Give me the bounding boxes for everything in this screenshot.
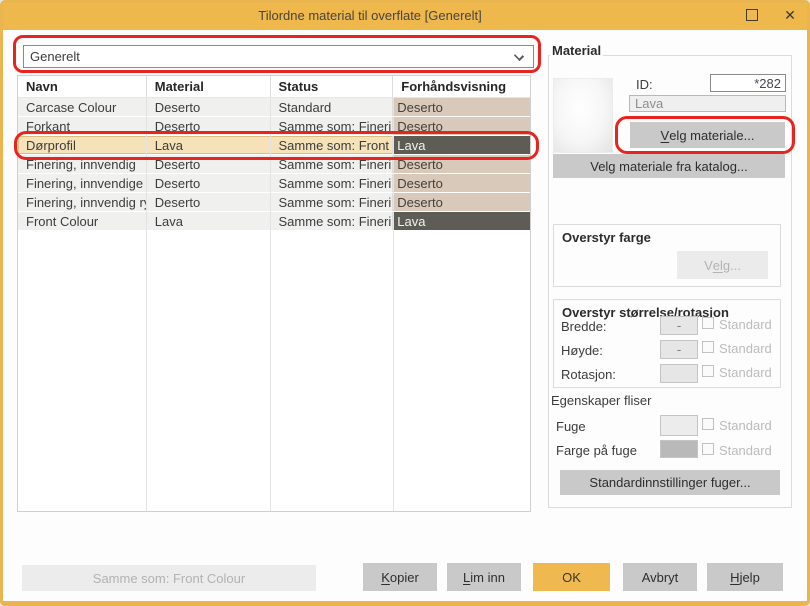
cell-preview: Lava — [393, 212, 530, 230]
cell-preview: Deserto — [393, 155, 530, 173]
grout-input — [660, 415, 698, 436]
grout-default-settings-button[interactable]: Standardinnstillinger fuger... — [560, 470, 780, 495]
ok-button[interactable]: OK — [533, 563, 610, 591]
table-row[interactable]: Forkant Deserto Samme som: Finering Dese… — [18, 117, 530, 136]
column-divider — [393, 98, 394, 511]
cell-status: Samme som: Finering, in — [271, 193, 394, 211]
material-group-title: Material — [550, 43, 604, 58]
dialog-window: Tilordne material til overflate [Generel… — [0, 0, 810, 606]
select-material-from-catalog-button[interactable]: Velg materiale fra katalog... — [553, 154, 785, 178]
table-row-selected[interactable]: Dørprofil Lava Samme som: Front Colou La… — [18, 136, 530, 155]
column-header-status[interactable]: Status — [271, 76, 394, 97]
cell-preview: Lava — [393, 136, 530, 154]
rotation-input — [660, 364, 698, 383]
cell-navn: Carcase Colour — [18, 98, 147, 116]
rotation-standard-label: Standard — [719, 365, 772, 380]
chevron-down-icon — [513, 50, 525, 62]
grout-standard-checkbox — [702, 418, 714, 430]
table-row[interactable]: Front Colour Lava Samme som: Finering La… — [18, 212, 530, 231]
width-label: Bredde: — [561, 319, 607, 334]
material-id-field[interactable]: *282 — [710, 74, 786, 92]
cell-material: Deserto — [147, 98, 271, 116]
width-input: - — [660, 316, 698, 335]
cell-navn: Finering, innvendig — [18, 155, 147, 173]
surfaces-table: Navn Material Status Forhåndsvisning Car… — [17, 75, 531, 512]
column-header-navn[interactable]: Navn — [18, 76, 147, 97]
table-row[interactable]: Finering, innvendig rygg Deserto Samme s… — [18, 193, 530, 212]
override-color-title: Overstyr farge — [562, 230, 651, 245]
cell-status: Standard — [271, 98, 394, 116]
grout-color-swatch — [660, 440, 698, 458]
column-divider — [146, 98, 147, 511]
cell-status: Samme som: Finering — [271, 155, 394, 173]
surface-set-dropdown[interactable]: Generelt — [23, 45, 534, 68]
grout-standard-label: Standard — [719, 418, 772, 433]
cell-material: Deserto — [147, 193, 271, 211]
surface-set-value: Generelt — [30, 49, 80, 64]
cell-navn: Finering, innvendige side — [18, 174, 147, 192]
paste-button[interactable]: Lim inn — [447, 563, 521, 591]
column-header-material[interactable]: Material — [147, 76, 271, 97]
height-input: - — [660, 340, 698, 359]
cell-preview: Deserto — [393, 98, 530, 116]
grout-color-label: Farge på fuge — [556, 443, 637, 458]
column-header-forhandsvisning[interactable]: Forhåndsvisning — [393, 76, 530, 97]
choose-color-button: Vel g... — [677, 251, 768, 279]
material-name-field: Lava — [629, 95, 786, 112]
cell-preview: Deserto — [393, 193, 530, 211]
height-standard-label: Standard — [719, 341, 772, 356]
cell-navn: Front Colour — [18, 212, 147, 230]
cell-preview: Deserto — [393, 117, 530, 135]
rotation-standard-checkbox — [702, 365, 714, 377]
column-divider — [270, 98, 271, 511]
height-standard-checkbox — [702, 341, 714, 353]
cell-material: Deserto — [147, 174, 271, 192]
cell-material: Deserto — [147, 155, 271, 173]
copy-button[interactable]: Kopier — [363, 563, 437, 591]
cell-material: Deserto — [147, 117, 271, 135]
override-color-groupbox: Overstyr farge Vel g... — [553, 224, 781, 287]
grout-label: Fuge — [556, 419, 586, 434]
cell-navn: Forkant — [18, 117, 147, 135]
cell-navn: Finering, innvendig rygg — [18, 193, 147, 211]
height-label: Høyde: — [561, 343, 603, 358]
help-button[interactable]: Hjelp — [707, 563, 783, 591]
width-standard-checkbox — [702, 317, 714, 329]
cell-status: Samme som: Front Colou — [271, 136, 394, 154]
tile-properties-title: Egenskaper fliser — [551, 393, 652, 408]
grout-color-standard-label: Standard — [719, 443, 772, 458]
rotation-label: Rotasjon: — [561, 367, 616, 382]
cell-status: Samme som: Finering, in — [271, 174, 394, 192]
table-row[interactable]: Carcase Colour Deserto Standard Deserto — [18, 98, 530, 117]
grout-color-standard-checkbox — [702, 443, 714, 455]
material-preview-image — [553, 78, 613, 153]
cell-material: Lava — [147, 212, 271, 230]
cancel-button[interactable]: Avbryt — [623, 563, 697, 591]
width-standard-label: Standard — [719, 317, 772, 332]
table-header: Navn Material Status Forhåndsvisning — [18, 76, 530, 98]
table-row[interactable]: Finering, innvendig Deserto Samme som: F… — [18, 155, 530, 174]
table-row[interactable]: Finering, innvendige side Deserto Samme … — [18, 174, 530, 193]
cell-status: Samme som: Finering — [271, 212, 394, 230]
cell-status: Samme som: Finering — [271, 117, 394, 135]
id-label: ID: — [636, 77, 653, 92]
cell-navn: Dørprofil — [18, 136, 147, 154]
select-material-button[interactable]: Velg materiale... — [630, 122, 785, 148]
same-as-status-box: Samme som: Front Colour — [22, 565, 316, 591]
cell-material: Lava — [147, 136, 271, 154]
cell-preview: Deserto — [393, 174, 530, 192]
